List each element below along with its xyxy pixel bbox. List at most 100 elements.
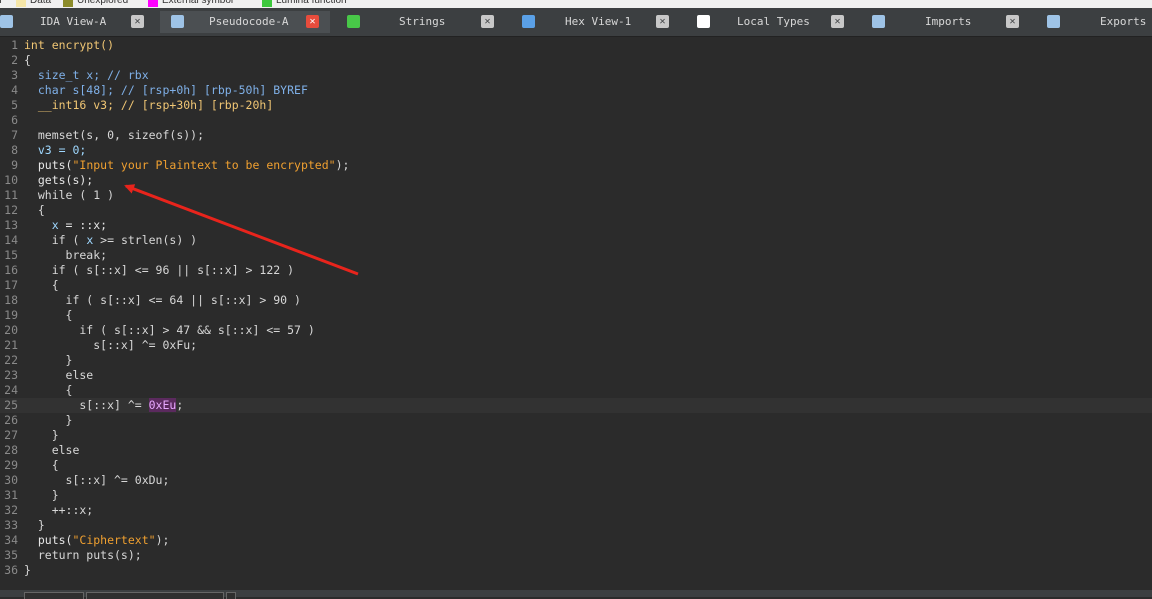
tab-hex-view-1[interactable]: Hex View-1 ✕	[515, 11, 675, 33]
legend-label: n	[0, 0, 2, 6]
code-line[interactable]: 7 memset(s, 0, sizeof(s));	[0, 128, 1152, 143]
code-token[interactable]: gets(s);	[24, 173, 93, 187]
code-token[interactable]: return puts(s);	[24, 548, 142, 562]
code-token[interactable]: }	[24, 353, 73, 367]
code-token[interactable]: if ( s[::x] > 47 && s[::x] <= 57 )	[24, 323, 314, 337]
code-token[interactable]: }	[24, 563, 31, 577]
code-line[interactable]: 15 break;	[0, 248, 1152, 263]
tab-imports[interactable]: Imports ✕	[865, 11, 1025, 33]
code-token[interactable]: }	[24, 428, 59, 442]
close-icon[interactable]: ✕	[656, 15, 669, 28]
code-token[interactable]: char s[48]; // [rsp+0h] [rbp-50h] BYREF	[24, 83, 308, 97]
code-token[interactable]: v3 = 0;	[24, 143, 86, 157]
code-token[interactable]: puts(	[24, 158, 73, 172]
code-token[interactable]: s[::x] ^=	[24, 398, 149, 412]
code-line[interactable]: 10 gets(s);	[0, 173, 1152, 188]
code-line[interactable]: 19 {	[0, 308, 1152, 323]
code-line[interactable]: 34 puts("Ciphertext");	[0, 533, 1152, 548]
line-number: 33	[4, 518, 18, 532]
code-token[interactable]: int encrypt()	[24, 38, 114, 52]
code-line[interactable]: 29 {	[0, 458, 1152, 473]
close-icon[interactable]: ✕	[831, 15, 844, 28]
code-line[interactable]: 28 else	[0, 443, 1152, 458]
code-token[interactable]: "Ciphertext"	[72, 533, 155, 547]
code-line[interactable]: 21 s[::x] ^= 0xFu;	[0, 338, 1152, 353]
code-line[interactable]: 14 if ( x >= strlen(s) )	[0, 233, 1152, 248]
code-line[interactable]: 22 }	[0, 353, 1152, 368]
code-token[interactable]: );	[156, 533, 170, 547]
code-token[interactable]: }	[24, 488, 59, 502]
line-number: 11	[4, 188, 18, 202]
code-line[interactable]: 13 x = ::x;	[0, 218, 1152, 233]
code-token[interactable]: break;	[24, 248, 108, 262]
code-token[interactable]: }	[24, 413, 73, 427]
code-line[interactable]: 25 s[::x] ^= 0xEu;	[0, 398, 1152, 413]
code-line[interactable]: 8 v3 = 0;	[0, 143, 1152, 158]
tab-list-icon-stub[interactable]	[0, 11, 14, 33]
code-token[interactable]: __int16 v3; // [rsp+30h] [rbp-20h]	[24, 98, 273, 112]
code-token[interactable]: if ( s[::x] <= 64 || s[::x] > 90 )	[24, 293, 301, 307]
code-token[interactable]: >= strlen(s) )	[93, 233, 197, 247]
code-line[interactable]: 2{	[0, 53, 1152, 68]
code-line[interactable]: 36}	[0, 563, 1152, 578]
code-token[interactable]: = ::x;	[59, 218, 108, 232]
code-token[interactable]: else	[24, 368, 94, 382]
code-token[interactable]: ++::x;	[24, 503, 94, 517]
close-icon[interactable]: ✕	[1006, 15, 1019, 28]
code-line[interactable]: 32 ++::x;	[0, 503, 1152, 518]
code-line[interactable]: 23 else	[0, 368, 1152, 383]
close-icon[interactable]: ✕	[131, 15, 144, 28]
code-token[interactable]: if (	[24, 233, 86, 247]
code-token[interactable]: puts(	[24, 533, 73, 547]
code-token[interactable]: size_t x; // rbx	[24, 68, 149, 82]
code-line[interactable]: 26 }	[0, 413, 1152, 428]
tab-exports[interactable]: Exports	[1040, 11, 1152, 33]
code-token[interactable]: {	[24, 383, 73, 397]
code-token[interactable]: while ( 1 )	[24, 188, 114, 202]
code-line[interactable]: 6	[0, 113, 1152, 128]
code-token[interactable]: if ( s[::x] <= 96 || s[::x] > 122 )	[24, 263, 294, 277]
code-token[interactable]: else	[24, 443, 80, 457]
code-line[interactable]: 35 return puts(s);	[0, 548, 1152, 563]
code-line[interactable]: 33 }	[0, 518, 1152, 533]
line-number: 28	[4, 443, 18, 457]
code-token[interactable]: s[::x] ^= 0xDu;	[24, 473, 170, 487]
code-line[interactable]: 5 __int16 v3; // [rsp+30h] [rbp-20h]	[0, 98, 1152, 113]
code-line[interactable]: 31 }	[0, 488, 1152, 503]
code-line[interactable]: 16 if ( s[::x] <= 96 || s[::x] > 122 )	[0, 263, 1152, 278]
code-line[interactable]: 17 {	[0, 278, 1152, 293]
close-icon[interactable]: ✕	[481, 15, 494, 28]
code-line[interactable]: 24 {	[0, 383, 1152, 398]
code-token[interactable]: x	[24, 218, 59, 232]
code-line[interactable]: 18 if ( s[::x] <= 64 || s[::x] > 90 )	[0, 293, 1152, 308]
code-token[interactable]: }	[24, 518, 45, 532]
code-line[interactable]: 27 }	[0, 428, 1152, 443]
code-text: {	[24, 203, 45, 218]
code-line[interactable]: 12 {	[0, 203, 1152, 218]
tab-strings[interactable]: Strings ✕	[340, 11, 500, 33]
tab-pseudocode-a[interactable]: Pseudocode-A ✕	[160, 11, 330, 33]
code-token[interactable]: {	[24, 203, 45, 217]
status-box	[24, 592, 84, 599]
code-token[interactable]: memset(s, 0, sizeof(s));	[24, 128, 204, 142]
code-token[interactable]: );	[336, 158, 350, 172]
code-token[interactable]: {	[24, 53, 31, 67]
pseudocode-editor[interactable]: 1 int encrypt() 2{3 size_t x; // rbx 4 char…	[0, 37, 1152, 590]
code-token[interactable]: {	[24, 308, 73, 322]
code-token[interactable]: ;	[176, 398, 183, 412]
code-line[interactable]: 11 while ( 1 )	[0, 188, 1152, 203]
code-line[interactable]: 4 char s[48]; // [rsp+0h] [rbp-50h] BYRE…	[0, 83, 1152, 98]
code-line[interactable]: 20 if ( s[::x] > 47 && s[::x] <= 57 )	[0, 323, 1152, 338]
code-line[interactable]: 3 size_t x; // rbx	[0, 68, 1152, 83]
tab-ida-view-a[interactable]: IDA View-A ✕	[14, 11, 150, 33]
code-token[interactable]: {	[24, 458, 59, 472]
code-line[interactable]: 30 s[::x] ^= 0xDu;	[0, 473, 1152, 488]
code-token[interactable]: {	[24, 278, 59, 292]
highlighted-token[interactable]: 0xEu	[148, 398, 177, 412]
code-token[interactable]: "Input your Plaintext to be encrypted"	[72, 158, 335, 172]
code-token[interactable]: s[::x] ^= 0xFu;	[24, 338, 197, 352]
code-line[interactable]: 9 puts("Input your Plaintext to be encry…	[0, 158, 1152, 173]
close-icon[interactable]: ✕	[306, 15, 319, 28]
code-line[interactable]: 1 int encrypt()	[0, 38, 1152, 53]
tab-local-types[interactable]: Local Types ✕	[690, 11, 850, 33]
